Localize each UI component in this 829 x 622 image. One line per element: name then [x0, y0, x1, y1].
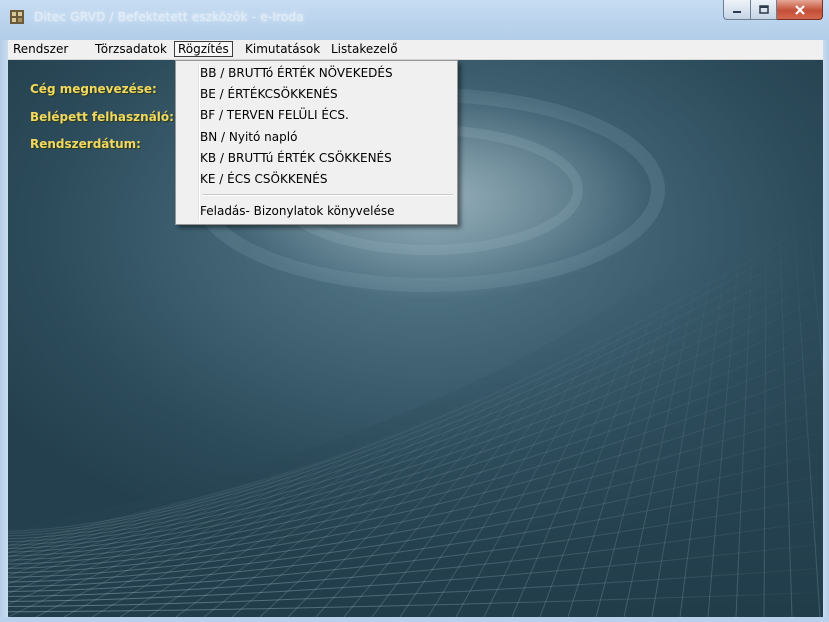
- menu-separator: [202, 194, 453, 196]
- menu-listakezelo[interactable]: Listakezelő: [328, 41, 401, 57]
- window-frame-right: [823, 40, 829, 622]
- window-title: Ditec GRVD / Befektetett eszközök - e-Ir…: [34, 10, 304, 24]
- system-date-label: Rendszerdátum:: [30, 137, 141, 151]
- minimize-button[interactable]: [723, 0, 751, 20]
- window-frame-bottom: [0, 617, 829, 622]
- menu-item-kb[interactable]: KB / BRUTTú ÉRTÉK CSÖKKENÉS: [200, 149, 392, 168]
- menu-item-ke[interactable]: KE / ÉCS CSÖKKENÉS: [200, 170, 327, 189]
- maximize-button[interactable]: [751, 0, 777, 20]
- application-window: Ditec GRVD / Befektetett eszközök - e-Ir…: [0, 0, 829, 622]
- minimize-icon: [733, 10, 741, 13]
- rogzites-dropdown-menu: BB / BRUTTó ÉRTÉK NÖVEKEDÉS BE / ÉRTÉKCS…: [175, 60, 458, 225]
- menu-item-bn[interactable]: BN / Nyitó napló: [200, 128, 297, 147]
- maximize-icon: [758, 5, 769, 14]
- logged-user-label: Belépett felhasználó:: [30, 110, 174, 124]
- menu-item-bb[interactable]: BB / BRUTTó ÉRTÉK NÖVEKEDÉS: [200, 64, 393, 83]
- close-button[interactable]: [777, 0, 823, 20]
- menu-item-bf[interactable]: BF / TERVEN FELÜLI ÉCS.: [200, 106, 349, 125]
- title-bar[interactable]: Ditec GRVD / Befektetett eszközök - e-Ir…: [0, 0, 829, 40]
- menu-item-be[interactable]: BE / ÉRTÉKCSÖKKENÉS: [200, 85, 338, 104]
- menu-kimutatasok[interactable]: Kimutatások: [242, 41, 323, 57]
- menu-item-feladas[interactable]: Feladás- Bizonylatok könyvelése: [200, 202, 395, 221]
- menu-torzsadatok[interactable]: Törzsadatok: [92, 41, 170, 57]
- menu-bar: Rendszer Törzsadatok Rögzítés Kimutatáso…: [8, 40, 823, 60]
- window-controls: [723, 0, 823, 22]
- company-name-label: Cég megnevezése:: [30, 82, 157, 96]
- app-logo-icon[interactable]: [8, 8, 26, 26]
- close-icon: [794, 4, 805, 15]
- menu-rogzites[interactable]: Rögzítés: [174, 41, 233, 57]
- menu-rendszer[interactable]: Rendszer: [10, 41, 71, 57]
- window-frame-left: [0, 40, 8, 622]
